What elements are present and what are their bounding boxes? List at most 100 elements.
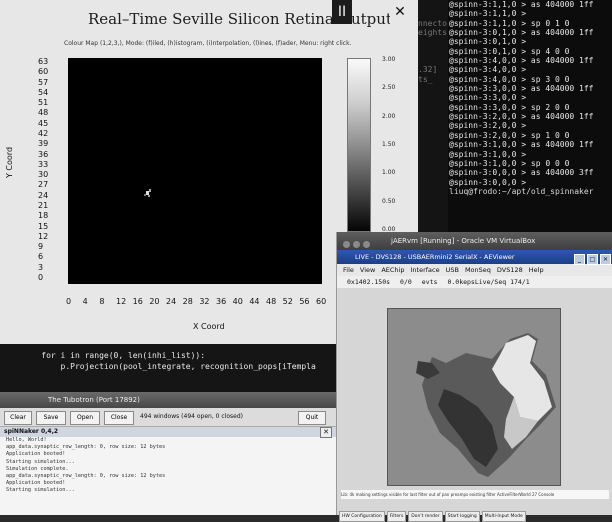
tab-close-icon[interactable]: ✕ [320,427,332,438]
virtualbox-window: jAERvm [Running] - Oracle VM VirtualBox … [336,232,612,522]
y-tick-label: 51 [38,98,49,108]
y-tick-label: 3 [38,262,44,272]
colorbar-tick-label: 3.00 [382,56,396,63]
close-icon[interactable]: ✕ [600,254,611,265]
colorbar-tick-label: 2.50 [382,84,396,92]
y-tick-label: 57 [38,77,49,87]
log-line: app_data.synaptic_row_length: 0, row siz… [6,473,166,480]
close-button[interactable]: ✕ [390,0,410,24]
bottom-button[interactable]: Don't render [408,511,443,522]
tubotron-title: The Tubotron (Port 17892) [48,396,140,404]
x-tick-label: 52 [282,297,293,306]
y-tick-label: 6 [38,252,44,262]
menu-item-view[interactable]: View [360,266,375,274]
menu-item-file[interactable]: File [343,266,354,274]
terminal-fragment: .32] [418,65,438,75]
x-tick-label: 32 [199,297,210,306]
pause-button[interactable]: II [332,0,352,24]
minimize-icon[interactable]: _ [574,254,585,265]
bottom-button[interactable]: HW Configuration [339,511,385,522]
quit-button[interactable]: Quit [298,411,326,425]
dvs-event-view[interactable] [387,308,561,486]
log-line: Simulation complete. [6,465,69,472]
y-tick-label: 42 [38,129,49,138]
aeviewer-title: LIVE - DVS128 - USBAERmini2 SerialX - AE… [355,253,515,261]
x-tick-label: 4 [82,297,88,306]
terminal-fragment [418,103,448,112]
event-cluster-dim [144,194,146,196]
vbox-title: jAERvm [Running] - Oracle VM VirtualBox [391,237,536,245]
x-tick-label: 16 [132,297,143,306]
menu-item-help[interactable]: Help [529,266,544,274]
y-tick-label: 21 [38,201,49,210]
tubotron-tab[interactable]: spiNNaker 0,4,2 ✕ [0,427,336,438]
maximize-icon[interactable]: □ [587,254,598,265]
terminal-fragment: ts_ [418,74,433,84]
terminal-fragment [418,178,448,187]
log-line: app_data.synaptic_row_length: 0, row siz… [6,444,166,451]
terminal-fragment [418,93,448,102]
x-tick-label: 8 [99,297,105,306]
log-line: Starting simulation... [6,487,75,494]
event-cluster-mid [149,189,151,192]
menu-item-monseq[interactable]: MonSeq [465,266,491,274]
menu-item-aechip[interactable]: AEChip [381,266,404,274]
circle-icon[interactable] [343,241,350,248]
y-tick-label: 63 [38,57,49,66]
y-tick-label: 24 [38,190,49,200]
status-field: evts [421,278,438,286]
retina-heatmap [68,58,322,284]
menu-item-usb[interactable]: USB [446,266,459,274]
x-tick-label: 56 [299,297,310,306]
tubotron-titlebar: The Tubotron (Port 17892) [0,392,336,408]
tab-label: spiNNaker 0,4,2 [4,428,59,435]
y-axis-label: Y Coord [5,146,14,178]
tubotron-window: The Tubotron (Port 17892) Clear Save Ope… [0,392,336,515]
x-tick-label: 28 [182,297,193,306]
tubotron-log: Hello, World! app_data.synaptic_row_lengt… [0,437,336,495]
window-count: 494 windows (494 open, 0 closed) [140,413,243,420]
log-line: Application booted! [6,451,66,458]
tubotron-toolbar: Clear Save Open Close 494 windows (494 o… [0,408,336,427]
y-tick-label: 15 [38,221,49,231]
circle-icon[interactable] [363,241,370,248]
close-window-button[interactable]: Close [104,411,134,425]
aeviewer-titlebar: LIVE - DVS128 - USBAERmini2 SerialX - AE… [337,250,612,265]
x-tick-label: 44 [249,297,260,306]
bottom-button[interactable]: Multi-Input Mode [481,511,526,522]
colorbar [347,58,371,232]
terminal-fragment [418,9,448,18]
clear-button[interactable]: Clear [4,411,32,425]
x-tick-label: 36 [216,297,227,306]
colorbar-tick-labels: 3.00 2.50 2.00 1.50 1.00 0.50 0.00 [372,56,402,234]
terminal-fragment [418,168,448,177]
log-line: Hello, World! [6,437,47,443]
bottom-button[interactable]: Filters [386,511,407,522]
terminal-fragment [418,37,448,46]
log-line: Application booted! [6,480,66,487]
circle-icon[interactable] [353,241,360,248]
y-tick-label: 12 [38,231,49,241]
y-tick-label: 54 [38,87,49,97]
x-tick-label: 60 [316,297,327,306]
menu-item-interface[interactable]: Interface [410,266,439,274]
event-cluster-dim [148,195,150,197]
bottom-button[interactable]: Start logging [444,511,480,522]
aeviewer-bottom-bar: HW Configuration Filters Don't render Start… [339,502,611,522]
open-button[interactable]: Open [70,411,100,425]
save-button[interactable]: Save [36,411,66,425]
code-line: p.Projection(pool_integrate, recognition… [22,362,316,371]
menu-item-dvs128[interactable]: DVS128 [497,266,523,274]
y-tick-label: 27 [38,180,49,190]
x-tick-label: 48 [266,297,277,306]
status-field: 0x1402.150s [347,278,391,286]
status-field: 0/0 [400,278,412,286]
code-editor-strip[interactable]: for i in range(0, len(inhi_list)): p.Pro… [0,344,336,392]
vbox-titlebar: jAERvm [Running] - Oracle VM VirtualBox [337,232,612,250]
y-tick-label: 48 [38,108,49,118]
pause-icon: II [337,4,347,20]
terminal-fragment [418,131,448,140]
aeviewer-tip: Lib: 4k making settings visible for last… [341,490,609,499]
terminal-left-fragments: nnecto eights .32] ts_ [418,0,448,232]
colorbar-tick-label: 1.50 [382,141,396,148]
